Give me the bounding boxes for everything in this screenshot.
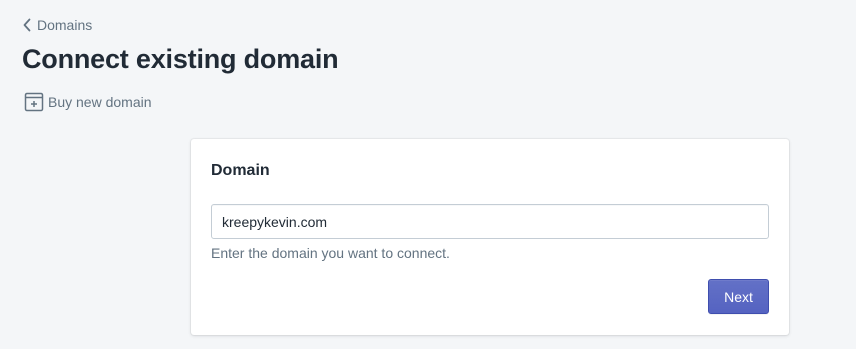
breadcrumb-label: Domains [37,17,93,33]
domain-input[interactable] [211,204,769,239]
breadcrumb-back-link[interactable]: Domains [22,17,92,33]
chevron-left-icon [23,18,31,32]
domain-card: Domain Enter the domain you want to conn… [191,139,789,335]
next-button[interactable]: Next [708,279,769,314]
buy-new-domain-label: Buy new domain [48,94,152,110]
page-title: Connect existing domain [22,44,339,74]
domain-help-text: Enter the domain you want to connect. [211,245,450,261]
buy-domain-icon [24,92,44,112]
card-title: Domain [211,162,270,179]
buy-new-domain-link[interactable]: Buy new domain [24,92,152,112]
